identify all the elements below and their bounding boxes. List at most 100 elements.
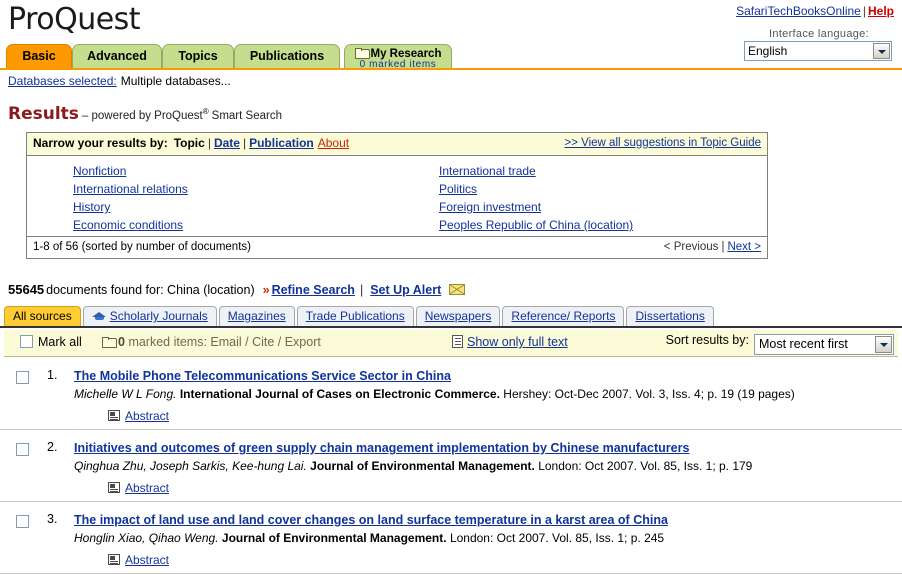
sort-results-label: Sort results by:: [665, 333, 749, 347]
result-title-link[interactable]: The Mobile Phone Telecommunications Serv…: [74, 369, 451, 384]
suggestion-link-peoples-republic-of-china[interactable]: Peoples Republic of China (location): [439, 216, 633, 234]
suggestion-link-international-relations[interactable]: International relations: [73, 180, 188, 198]
narrow-pipe-2: |: [242, 136, 247, 150]
suggestion-link-history[interactable]: History: [73, 198, 188, 216]
narrow-suggestions-right-column: International trade Politics Foreign inv…: [439, 162, 633, 234]
source-tab-magazines[interactable]: Magazines: [218, 306, 295, 326]
result-citation: Michelle W L Fong. International Journal…: [74, 386, 892, 402]
result-publication: Journal of Environmental Management.: [221, 531, 447, 545]
help-link[interactable]: Help: [868, 4, 894, 18]
source-tab-all-sources[interactable]: All sources: [4, 306, 81, 326]
source-tab-dissertations[interactable]: Dissertations: [626, 306, 714, 326]
result-title-link[interactable]: Initiatives and outcomes of green supply…: [74, 441, 689, 456]
abstract-icon: [108, 410, 120, 421]
chevron-down-icon[interactable]: [873, 43, 890, 59]
next-page-link[interactable]: Next >: [727, 241, 761, 253]
narrow-results-header: Narrow your results by: Topic | Date | Public…: [27, 133, 767, 156]
account-bar: SafariTechBooksOnline | Help: [736, 4, 894, 18]
result-body: The Mobile Phone Telecommunications Serv…: [74, 369, 902, 423]
narrow-results-label: Narrow your results by:: [33, 136, 168, 150]
folder-icon: [354, 48, 370, 59]
result-body: The impact of land use and land cover ch…: [74, 513, 902, 567]
source-tab-scholarly-journals[interactable]: Scholarly Journals: [82, 306, 217, 326]
proquest-logo: ProQuest: [8, 2, 141, 37]
nav-tab-basic[interactable]: Basic: [6, 44, 72, 68]
documents-found-query: documents found for: China (location): [46, 283, 255, 297]
sort-results-control: Sort results by: Most recent first: [666, 333, 894, 355]
result-abstract-link[interactable]: Abstract: [125, 409, 169, 423]
folder-icon: [102, 337, 117, 348]
show-only-full-text-control[interactable]: Show only full text: [452, 335, 568, 349]
mark-all-label: Mark all: [38, 335, 82, 349]
result-checkbox[interactable]: [16, 371, 29, 384]
suggestion-link-economic-conditions[interactable]: Economic conditions: [73, 216, 188, 234]
mark-all-checkbox[interactable]: [20, 335, 33, 348]
databases-selected-label[interactable]: Databases selected:: [8, 74, 117, 88]
document-icon: [452, 335, 463, 348]
nav-tab-advanced[interactable]: Advanced: [72, 44, 162, 68]
narrow-results-paging: < Previous | Next >: [664, 237, 761, 257]
double-arrow-icon: »: [262, 283, 270, 297]
result-abstract-link[interactable]: Abstract: [125, 481, 169, 495]
narrow-by-date-link[interactable]: Date: [214, 136, 240, 150]
previous-page-link: < Previous: [663, 241, 719, 253]
interface-language-box: Interface language: English: [744, 28, 894, 61]
suggestion-link-politics[interactable]: Politics: [439, 180, 633, 198]
proquest-results-page: ProQuest SafariTechBooksOnline | Help Inte…: [0, 0, 902, 574]
narrow-by-publication-link[interactable]: Publication: [249, 136, 314, 150]
found-line-separator: |: [359, 283, 364, 297]
result-abstract-control[interactable]: Abstract: [108, 553, 892, 567]
nav-tab-publications[interactable]: Publications: [234, 44, 340, 68]
result-title-link[interactable]: The impact of land use and land cover ch…: [74, 513, 668, 528]
suggestion-link-nonfiction[interactable]: Nonfiction: [73, 162, 188, 180]
narrow-by-topic: Topic: [173, 136, 205, 150]
narrow-results-footer: 1-8 of 56 (sorted by number of documents…: [27, 236, 767, 258]
result-abstract-link[interactable]: Abstract: [125, 553, 169, 567]
results-subheading-before: – powered by ProQuest: [81, 110, 203, 122]
narrow-pipe-1: |: [207, 136, 211, 150]
source-tabs-underline: [0, 326, 902, 328]
result-authors: Michelle W L Fong.: [74, 387, 177, 401]
interface-language-label: Interface language:: [769, 28, 869, 40]
table-row: 1. The Mobile Phone Telecommunications S…: [0, 358, 902, 430]
mark-all-control[interactable]: Mark all: [20, 335, 82, 349]
suggestion-link-international-trade[interactable]: International trade: [439, 162, 633, 180]
sort-results-select[interactable]: Most recent first: [754, 334, 894, 355]
result-number: 1.: [47, 368, 58, 382]
interface-language-value: English: [748, 44, 788, 58]
result-checkbox[interactable]: [16, 515, 29, 528]
result-details: Hershey: Oct-Dec 2007. Vol. 3, Iss. 4; p…: [503, 387, 795, 401]
suggestion-link-foreign-investment[interactable]: Foreign investment: [439, 198, 633, 216]
nav-tab-my-research[interactable]: My Research 0 marked items: [344, 44, 452, 70]
source-tab-trade-publications-label: Trade Publications: [305, 309, 405, 323]
result-abstract-control[interactable]: Abstract: [108, 409, 892, 423]
nav-tab-topics[interactable]: Topics: [162, 44, 234, 68]
source-tab-reference-reports[interactable]: Reference/ Reports: [502, 306, 625, 326]
narrow-results-panel: Narrow your results by: Topic | Date | Public…: [26, 132, 768, 259]
source-tab-newspapers[interactable]: Newspapers: [415, 306, 501, 326]
result-publication: International Journal of Cases on Electr…: [179, 387, 500, 401]
set-up-alert-link[interactable]: Set Up Alert: [370, 283, 441, 297]
sort-results-value: Most recent first: [759, 337, 848, 351]
interface-language-select[interactable]: English: [744, 41, 892, 61]
source-tab-trade-publications[interactable]: Trade Publications: [296, 306, 414, 326]
narrow-results-body: Nonfiction International relations Histo…: [27, 156, 767, 236]
documents-found-count: 55645: [8, 282, 45, 297]
documents-found-line: 55645 documents found for: China (locatio…: [8, 282, 466, 297]
refine-search-link[interactable]: Refine Search: [272, 283, 355, 297]
abstract-icon: [108, 482, 120, 493]
chevron-down-icon[interactable]: [875, 336, 892, 353]
results-heading: Results: [8, 104, 79, 124]
result-abstract-control[interactable]: Abstract: [108, 481, 892, 495]
marked-items-count: 0: [118, 335, 125, 349]
show-only-full-text-link[interactable]: Show only full text: [467, 335, 568, 349]
result-authors: Qinghua Zhu, Joseph Sarkis, Kee-hung Lai…: [74, 459, 307, 473]
source-tab-all-sources-label: All sources: [13, 309, 72, 323]
result-number: 2.: [47, 440, 58, 454]
account-user-link[interactable]: SafariTechBooksOnline: [736, 4, 861, 18]
envelope-icon[interactable]: [449, 284, 466, 295]
view-all-suggestions-link[interactable]: >> View all suggestions in Topic Guide: [565, 133, 761, 154]
table-row: 3. The impact of land use and land cover…: [0, 502, 902, 574]
result-checkbox[interactable]: [16, 443, 29, 456]
narrow-about-link[interactable]: About: [318, 136, 349, 150]
